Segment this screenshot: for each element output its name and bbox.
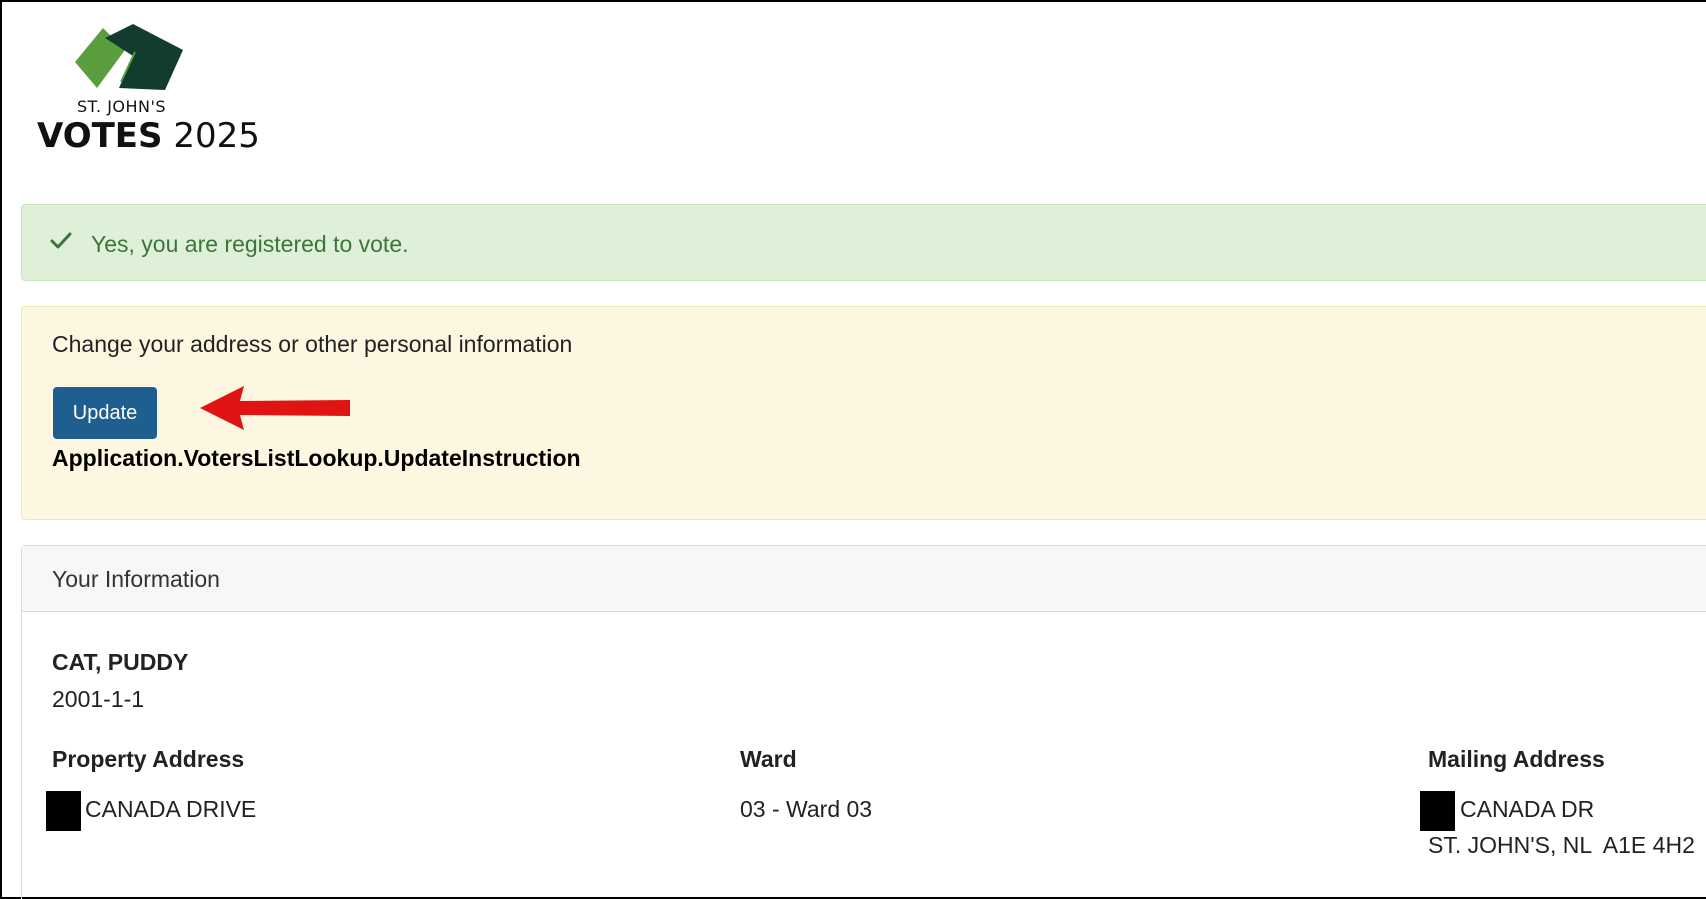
redaction-block [46, 791, 81, 831]
card-title: Your Information [52, 566, 220, 592]
mailing-address-line2: ST. JOHN'S, NL A1E 4H2 [1428, 832, 1695, 858]
ward-label: Ward [740, 746, 797, 772]
update-info-panel: Change your address or other personal in… [21, 306, 1706, 520]
registration-status-message: Yes, you are registered to vote. [91, 231, 409, 257]
arrow-left-icon [200, 386, 350, 430]
mailing-address-label: Mailing Address [1428, 746, 1605, 772]
registration-status-alert: Yes, you are registered to vote. [21, 204, 1706, 281]
redaction-block [1420, 791, 1455, 831]
property-address-value: CANADA DRIVE [85, 796, 257, 822]
update-prompt-text: Change your address or other personal in… [52, 331, 573, 357]
your-information-card: Your Information CAT, PUDDY 2001-1-1 Pro… [21, 545, 1706, 899]
logo-year-text: 2025 [173, 116, 260, 156]
ballot-logo-icon [75, 24, 183, 90]
voter-dob: 2001-1-1 [52, 686, 145, 712]
card-header: Your Information [22, 546, 1706, 612]
logo-title: VOTES 2025 [37, 116, 260, 156]
ward-value: 03 - Ward 03 [740, 796, 873, 822]
property-address-label: Property Address [52, 746, 245, 772]
site-logo[interactable]: ST. JOHN'S VOTES 2025 [37, 22, 260, 162]
update-instruction-text: Application.VotersListLookup.UpdateInstr… [52, 445, 581, 471]
update-button[interactable]: Update [53, 387, 157, 439]
mailing-address-line1: CANADA DR [1460, 796, 1595, 822]
checkmark-icon [50, 232, 72, 249]
voter-name: CAT, PUDDY [52, 649, 189, 675]
logo-city-text: ST. JOHN'S [77, 97, 167, 116]
logo-votes-text: VOTES [37, 116, 163, 156]
